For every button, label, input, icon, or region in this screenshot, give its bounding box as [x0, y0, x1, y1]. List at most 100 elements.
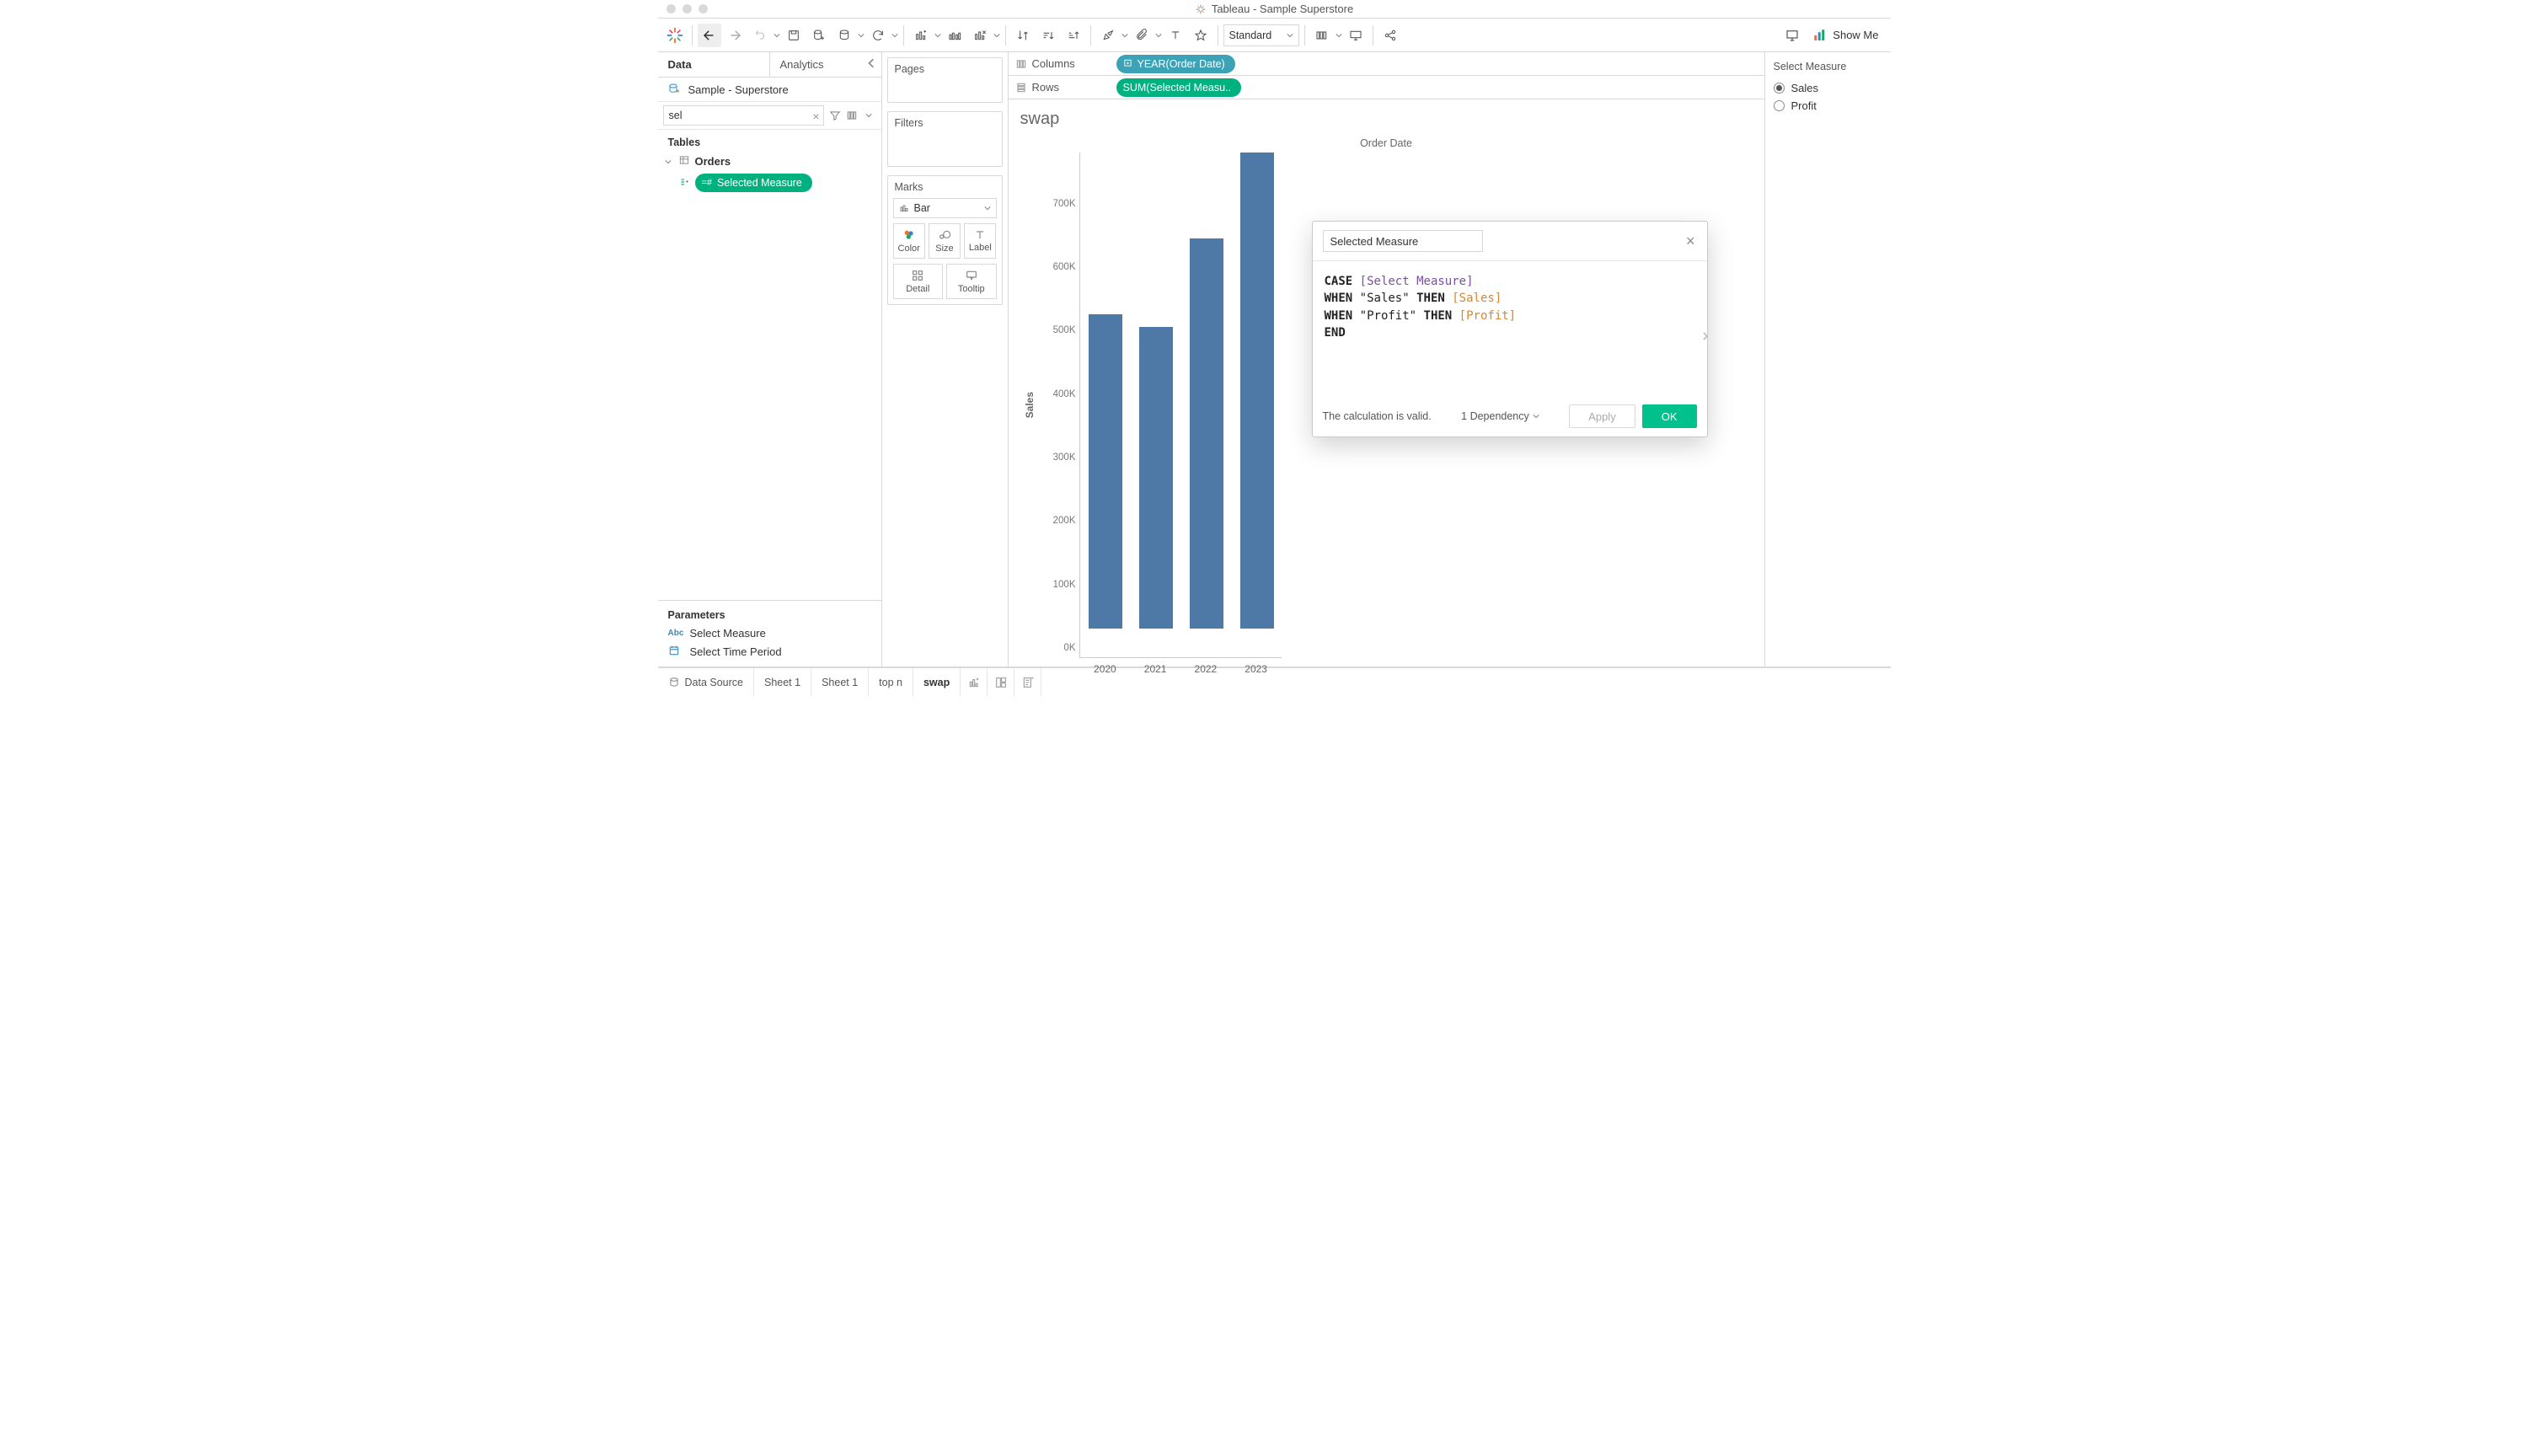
sheet-title[interactable]: swap	[1009, 99, 1764, 132]
presentation-button[interactable]	[1344, 24, 1368, 47]
field-selected-measure[interactable]: =# Selected Measure	[658, 171, 881, 195]
datasource-icon	[668, 83, 682, 96]
param-option[interactable]: Profit	[1774, 97, 1882, 115]
text-button[interactable]	[1164, 24, 1187, 47]
tab-data[interactable]: Data	[658, 52, 770, 77]
color-shelf[interactable]: Color	[893, 223, 925, 259]
fit-dropdown[interactable]: Standard	[1223, 24, 1299, 46]
clear-caret[interactable]	[993, 32, 1000, 39]
datasource-name: Sample - Superstore	[688, 83, 789, 96]
undo-button[interactable]	[698, 24, 721, 47]
columns-label: Columns	[1032, 57, 1075, 70]
traffic-close[interactable]	[666, 4, 676, 13]
rows-pill-label: SUM(Selected Measu..	[1123, 82, 1232, 94]
color-label: Color	[898, 244, 920, 254]
shelves-cards-pane: Pages Filters Marks Bar Color Size	[882, 52, 1009, 666]
new-worksheet-button[interactable]	[909, 24, 933, 47]
sheet-tab[interactable]: swap	[913, 668, 961, 696]
calc-formula-editor[interactable]: CASE [Select Measure] WHEN "Sales" THEN …	[1313, 261, 1707, 396]
clear-button[interactable]	[968, 24, 992, 47]
y-tick: 500K	[1053, 325, 1076, 335]
revert-button[interactable]	[748, 24, 772, 47]
calc-name-input[interactable]: Selected Measure	[1323, 230, 1483, 252]
pause-updates-button[interactable]	[832, 24, 856, 47]
label-icon	[974, 229, 986, 241]
apply-button[interactable]: Apply	[1569, 404, 1635, 428]
columns-shelf[interactable]: Columns YEAR(Order Date)	[1009, 52, 1764, 76]
swap-button[interactable]	[1011, 24, 1035, 47]
rows-shelf[interactable]: Rows SUM(Selected Measu..	[1009, 76, 1764, 99]
search-clear-button[interactable]: ×	[812, 110, 819, 123]
filter-icon[interactable]	[827, 108, 843, 123]
sheet-tab[interactable]: Sheet 1	[754, 668, 811, 696]
y-tick: 700K	[1053, 199, 1076, 209]
refresh-button[interactable]	[866, 24, 890, 47]
bar[interactable]	[1240, 153, 1274, 629]
table-orders-row[interactable]: Orders	[658, 152, 881, 171]
y-tick: 400K	[1053, 389, 1076, 399]
sheet-tab[interactable]: top n	[869, 668, 913, 696]
guide-button[interactable]	[1780, 24, 1804, 47]
tooltip-shelf[interactable]: Tooltip	[946, 264, 997, 299]
filters-card[interactable]: Filters	[887, 111, 1003, 167]
mark-type-dropdown[interactable]: Bar	[893, 198, 997, 218]
x-axis: 2020202120222023	[1080, 663, 1282, 675]
bar[interactable]	[1139, 327, 1173, 629]
param-select-time-period[interactable]: Select Time Period	[658, 642, 881, 661]
new-ws-caret[interactable]	[934, 32, 941, 39]
detail-shelf[interactable]: Detail	[893, 264, 944, 299]
new-story-button[interactable]	[1014, 668, 1041, 696]
revert-caret[interactable]	[774, 32, 780, 39]
highlight-button[interactable]	[1096, 24, 1120, 47]
param-option[interactable]: Sales	[1774, 79, 1882, 97]
new-datasource-button[interactable]	[807, 24, 831, 47]
cards-caret[interactable]	[1336, 32, 1342, 39]
refresh-caret[interactable]	[891, 32, 898, 39]
close-button[interactable]: ×	[1684, 232, 1697, 250]
dependency-dropdown[interactable]: 1 Dependency	[1461, 410, 1539, 422]
columns-pill[interactable]: YEAR(Order Date)	[1116, 55, 1235, 73]
sort-desc-button[interactable]	[1062, 24, 1085, 47]
datasource-row[interactable]: Sample - Superstore	[658, 78, 881, 101]
search-menu-caret[interactable]	[861, 108, 876, 123]
collapse-sidebar-button[interactable]	[866, 58, 876, 71]
sheet-tab[interactable]: Sheet 1	[811, 668, 869, 696]
data-source-tab[interactable]: Data Source	[658, 668, 754, 696]
param-select-measure[interactable]: Abc Select Measure	[658, 624, 881, 642]
traffic-max[interactable]	[699, 4, 708, 13]
new-dashboard-button[interactable]	[988, 668, 1014, 696]
attach-button[interactable]	[1130, 24, 1154, 47]
pages-card[interactable]: Pages	[887, 57, 1003, 103]
bar-icon	[899, 203, 909, 213]
size-shelf[interactable]: Size	[929, 223, 961, 259]
label-shelf[interactable]: Label	[964, 223, 996, 259]
ok-button[interactable]: OK	[1642, 404, 1697, 428]
highlight-caret[interactable]	[1121, 32, 1128, 39]
date-plus-icon	[1123, 58, 1132, 70]
tooltip-label: Tooltip	[958, 284, 985, 294]
attach-caret[interactable]	[1155, 32, 1162, 39]
show-me-button[interactable]: Show Me	[1806, 28, 1885, 43]
tableau-logo-button[interactable]	[663, 24, 687, 47]
rows-pill[interactable]: SUM(Selected Measu..	[1116, 78, 1242, 97]
pause-caret[interactable]	[858, 32, 864, 39]
show-hide-cards-button[interactable]	[1310, 24, 1334, 47]
param-option-label: Sales	[1791, 82, 1819, 94]
expand-editor-button[interactable]	[1701, 329, 1710, 345]
share-button[interactable]	[1378, 24, 1402, 47]
tab-analytics[interactable]: Analytics	[770, 52, 881, 77]
dependency-label: 1 Dependency	[1461, 410, 1529, 422]
sort-asc-button[interactable]	[1036, 24, 1060, 47]
search-input[interactable]: sel ×	[663, 105, 824, 126]
param1-label: Select Measure	[690, 627, 766, 640]
redo-button[interactable]	[723, 24, 747, 47]
search-row: sel ×	[658, 101, 881, 130]
bar[interactable]	[1089, 314, 1122, 629]
new-sheet-button[interactable]	[961, 668, 988, 696]
duplicate-button[interactable]	[943, 24, 966, 47]
save-button[interactable]	[782, 24, 806, 47]
traffic-min[interactable]	[682, 4, 692, 13]
favorite-button[interactable]	[1189, 24, 1212, 47]
view-toggle-icon[interactable]	[844, 108, 859, 123]
bar[interactable]	[1190, 238, 1223, 629]
